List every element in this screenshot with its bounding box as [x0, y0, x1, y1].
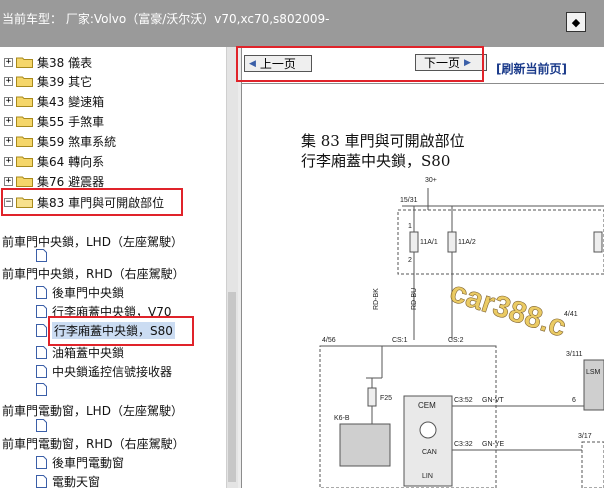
tree-item-rear-window[interactable]: 後車門電動窗	[36, 453, 124, 471]
tree-folder-label: 集64 轉向系	[37, 154, 105, 169]
highlight-box-chapter	[1, 188, 183, 216]
label-c352: C3:52	[454, 397, 473, 404]
document-icon	[36, 345, 47, 359]
label-gn-ye: GN-YE	[482, 441, 505, 448]
refresh-page-link[interactable]: [刷新当前页]	[496, 60, 567, 77]
label-15-31: 15/31	[400, 197, 418, 204]
tree-folder-38[interactable]: + 集38 儀表	[4, 53, 92, 71]
tree-folder-59[interactable]: + 集59 煞車系統	[4, 132, 116, 150]
label-3-111: 3/111	[566, 351, 583, 358]
label-4-56: 4/56	[322, 337, 336, 344]
tree-item-sunroof[interactable]: 電動天窗	[36, 472, 100, 488]
label-3-17: 3/17	[578, 433, 592, 440]
tree-item-front-window-rhd[interactable]: 前車門電動窗，RHD（右座駕駛）	[2, 434, 185, 452]
tree-folder-label: 集39 其它	[37, 74, 93, 89]
expand-icon[interactable]: +	[4, 76, 13, 86]
diagram-title-line2: 行李廂蓋中央鎖，S80	[301, 152, 451, 170]
tree-folder-43[interactable]: + 集43 變速箱	[4, 92, 104, 110]
tree-item-front-door-lhd[interactable]: 前車門中央鎖，LHD（左座駕駛）	[2, 232, 183, 250]
current-vehicle-title: 当前车型： 厂家:Volvo（富豪/沃尔沃）v70,xc70,s802009-	[2, 12, 330, 26]
document-icon	[36, 474, 47, 488]
label-can: CAN	[422, 449, 437, 456]
tree-folder-39[interactable]: + 集39 其它	[4, 72, 92, 90]
title-bar: 当前车型： 厂家:Volvo（富豪/沃尔沃）v70,xc70,s802009- …	[0, 0, 604, 47]
expand-icon[interactable]: +	[4, 136, 13, 146]
tree-item-label: 前車門電動窗，LHD（左座駕駛）	[2, 403, 183, 418]
wiring-diagram: 30+ 15/31 11A/1 11A/2 RD-BK RD-BU 4/56 C…	[319, 177, 604, 488]
highlight-box-navigation	[236, 46, 484, 82]
label-k6b: K6-B	[334, 415, 350, 422]
label-30: 30+	[425, 177, 437, 184]
restore-icon: ◆	[571, 15, 581, 29]
expand-icon[interactable]: +	[4, 156, 13, 166]
label-c332: C3:32	[454, 441, 473, 448]
tree-folder-label: 集43 變速箱	[37, 94, 105, 109]
folder-icon	[16, 156, 33, 167]
document-icon	[36, 419, 47, 432]
tree-item-rear-door-lock[interactable]: 後車門中央鎖	[36, 283, 124, 301]
tree-folder-label: 集59 煞車系統	[37, 134, 117, 149]
tree-item-front-door-rhd[interactable]: 前車門中央鎖，RHD（右座駕駛）	[2, 264, 185, 282]
label-cem: CEM	[418, 401, 436, 410]
tree-item-remote-receiver[interactable]: 中央鎖遙控信號接收器	[36, 362, 172, 380]
fuse-f25	[367, 387, 377, 407]
folder-icon	[16, 76, 33, 87]
fuse-11a1	[409, 231, 419, 253]
label-cs2: CS:2	[448, 337, 464, 344]
tree-item-front-window-lhd[interactable]: 前車門電動窗，LHD（左座駕駛）	[2, 401, 183, 419]
chapter-tree: + 集38 儀表 + 集39 其它 + 集43 變速箱 + 集55 手煞車 + …	[0, 47, 226, 488]
tree-folder-label: 集76 避震器	[37, 174, 105, 189]
label-fuse-11a2: 11A/2	[458, 239, 476, 246]
label-cs1: CS:1	[392, 337, 408, 344]
expand-icon[interactable]: +	[4, 176, 13, 186]
label-pin-1: 1	[408, 223, 412, 230]
label-gn-vt: GN-VT	[482, 397, 505, 404]
expand-icon[interactable]: +	[4, 57, 13, 67]
folder-icon	[16, 136, 33, 147]
folder-icon	[16, 116, 33, 127]
expand-icon[interactable]: +	[4, 96, 13, 106]
label-lsm: LSM	[586, 369, 601, 376]
tree-folder-label: 集38 儀表	[37, 55, 93, 70]
fuse-11a2	[447, 231, 457, 253]
highlight-box-selected-item	[48, 316, 194, 346]
label-lin: LIN	[422, 473, 433, 480]
document-icon	[36, 364, 47, 378]
label-f25: F25	[380, 395, 392, 402]
tree-item-label: 前車門中央鎖，RHD（右座駕駛）	[2, 266, 185, 281]
tree-item-label: 後車門中央鎖	[52, 285, 125, 300]
tree-folder-55[interactable]: + 集55 手煞車	[4, 112, 104, 130]
module-lsm	[583, 359, 604, 411]
label-wire-rd-bu: RD-BU	[411, 288, 418, 310]
label-wire-rd-bk: RD-BK	[373, 288, 380, 310]
watermark-text: car388.c	[446, 275, 570, 344]
folder-icon	[16, 96, 33, 107]
document-icon	[36, 455, 47, 469]
diagram-title-line1: 集 83 車門與可開啟部位	[301, 132, 465, 150]
expand-icon[interactable]: +	[4, 116, 13, 126]
tree-item-label: 前車門中央鎖，LHD（左座駕駛）	[2, 234, 183, 249]
document-icon	[36, 249, 47, 262]
tree-item-label: 後車門電動窗	[52, 455, 125, 470]
tree-item-label: 前車門電動窗，RHD（右座駕駛）	[2, 436, 185, 451]
tree-item-label: 油箱蓋中央鎖	[52, 345, 125, 360]
label-pin-2: 2	[408, 257, 412, 264]
tree-folder-64[interactable]: + 集64 轉向系	[4, 152, 104, 170]
document-icon	[36, 383, 47, 396]
tree-folder-label: 集55 手煞車	[37, 114, 105, 129]
tree-scrollbar-thumb[interactable]	[228, 292, 236, 482]
document-icon	[36, 304, 47, 318]
tree-item-label: 中央鎖遙控信號接收器	[52, 364, 173, 379]
folder-icon	[16, 57, 33, 68]
folder-icon	[16, 176, 33, 187]
restore-window-button[interactable]: ◆	[566, 12, 586, 32]
document-icon	[36, 285, 47, 299]
relay-k6b	[339, 423, 391, 467]
tree-item-label: 電動天窗	[52, 474, 101, 488]
label-fuse-11a1: 11A/1	[420, 239, 438, 246]
label-pin-6: 6	[572, 397, 576, 404]
document-icon	[36, 323, 47, 337]
